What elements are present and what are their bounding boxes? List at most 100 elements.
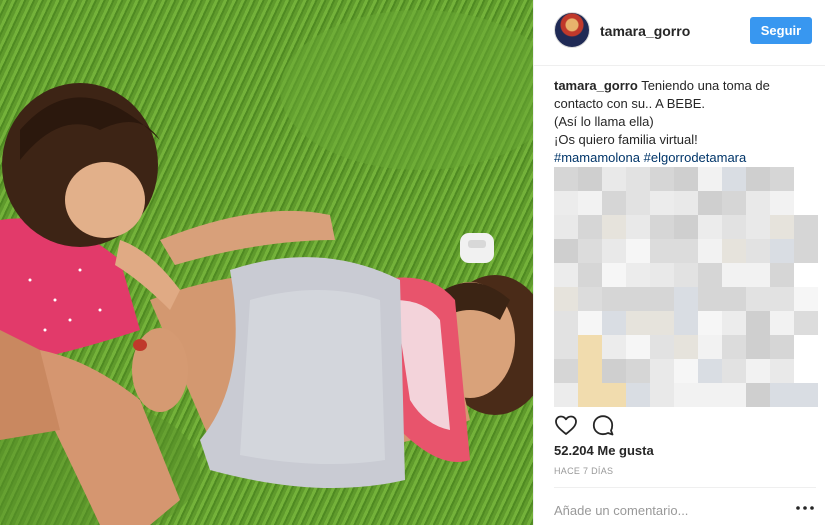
blur-pixel (746, 167, 770, 191)
blur-pixel (698, 215, 722, 239)
blur-pixel (554, 359, 578, 383)
blur-pixel (746, 263, 770, 287)
blur-pixel (578, 383, 602, 407)
blur-pixel (770, 359, 794, 383)
blur-pixel (770, 239, 794, 263)
like-count[interactable]: 52.204 Me gusta (554, 443, 654, 458)
blur-pixel (794, 191, 818, 215)
hashtag-mamamolona[interactable]: #mamamolona (554, 150, 640, 165)
post-caption: tamara_gorro Teniendo una toma de contac… (554, 77, 816, 167)
blur-pixel (794, 311, 818, 335)
blur-pixel (626, 359, 650, 383)
blur-pixel (746, 335, 770, 359)
blur-pixel (722, 287, 746, 311)
blur-pixel (554, 239, 578, 263)
blur-pixel (554, 383, 578, 407)
blur-pixel (578, 263, 602, 287)
blur-pixel (722, 239, 746, 263)
blur-pixel (674, 311, 698, 335)
blur-pixel (674, 167, 698, 191)
post-photo[interactable] (0, 0, 533, 525)
hashtag-elgorrodetamara[interactable]: #elgorrodetamara (644, 150, 747, 165)
pixelated-comments (554, 167, 825, 407)
blur-pixel (794, 263, 818, 287)
post-header: tamara_gorro Seguir (534, 0, 825, 66)
blur-pixel (770, 167, 794, 191)
blur-pixel (650, 167, 674, 191)
blur-pixel (794, 335, 818, 359)
avatar[interactable] (554, 12, 590, 48)
blur-pixel (722, 215, 746, 239)
blur-pixel (770, 191, 794, 215)
blur-pixel (674, 239, 698, 263)
blur-pixel (698, 311, 722, 335)
blur-pixel (578, 239, 602, 263)
blur-pixel (650, 215, 674, 239)
blur-pixel (578, 215, 602, 239)
blur-pixel (746, 287, 770, 311)
blur-pixel (794, 167, 818, 191)
blur-pixel (626, 263, 650, 287)
caption-line-3: ¡Os quiero familia virtual! (554, 132, 698, 147)
blur-pixel (794, 383, 818, 407)
blur-pixel (578, 167, 602, 191)
follow-button[interactable]: Seguir (750, 17, 812, 44)
blur-pixel (770, 287, 794, 311)
caption-username[interactable]: tamara_gorro (554, 78, 638, 93)
comment-input[interactable] (554, 500, 774, 520)
blur-pixel (650, 383, 674, 407)
blur-pixel (722, 359, 746, 383)
blur-pixel (770, 215, 794, 239)
blur-pixel (770, 383, 794, 407)
blur-pixel (650, 335, 674, 359)
blur-pixel (698, 263, 722, 287)
blur-pixel (554, 167, 578, 191)
heart-icon[interactable] (554, 413, 578, 437)
blur-pixel (554, 311, 578, 335)
blur-pixel (698, 335, 722, 359)
blur-pixel (674, 335, 698, 359)
caption-line-2: (Así lo llama ella) (554, 114, 654, 129)
blur-pixel (602, 335, 626, 359)
blur-pixel (626, 191, 650, 215)
blur-pixel (674, 263, 698, 287)
blur-pixel (554, 335, 578, 359)
blur-pixel (746, 383, 770, 407)
blur-pixel (650, 239, 674, 263)
blur-pixel (650, 287, 674, 311)
blur-pixel (626, 215, 650, 239)
blur-pixel (650, 311, 674, 335)
blur-pixel (578, 359, 602, 383)
blur-pixel (650, 191, 674, 215)
blur-pixel (674, 359, 698, 383)
blur-pixel (722, 383, 746, 407)
blur-pixel (746, 239, 770, 263)
blur-pixel (698, 239, 722, 263)
blur-pixel (578, 311, 602, 335)
blur-pixel (602, 359, 626, 383)
blur-pixel (602, 287, 626, 311)
blur-pixel (626, 335, 650, 359)
header-username[interactable]: tamara_gorro (600, 23, 690, 39)
blur-pixel (602, 167, 626, 191)
blur-pixel (794, 215, 818, 239)
blur-pixel (674, 215, 698, 239)
blur-pixel (602, 383, 626, 407)
more-options-icon[interactable] (794, 500, 816, 516)
blur-pixel (746, 191, 770, 215)
blur-pixel (770, 335, 794, 359)
blur-pixel (770, 311, 794, 335)
photo-illustration (0, 10, 533, 525)
blur-pixel (602, 191, 626, 215)
blur-pixel (626, 287, 650, 311)
blur-pixel (626, 167, 650, 191)
blur-pixel (650, 263, 674, 287)
blur-pixel (794, 359, 818, 383)
comment-icon[interactable] (591, 413, 615, 437)
blur-pixel (746, 215, 770, 239)
blur-pixel (578, 191, 602, 215)
blur-pixel (602, 215, 626, 239)
post-timestamp[interactable]: HACE 7 DÍAS (554, 466, 613, 476)
blur-pixel (698, 191, 722, 215)
blur-pixel (746, 359, 770, 383)
